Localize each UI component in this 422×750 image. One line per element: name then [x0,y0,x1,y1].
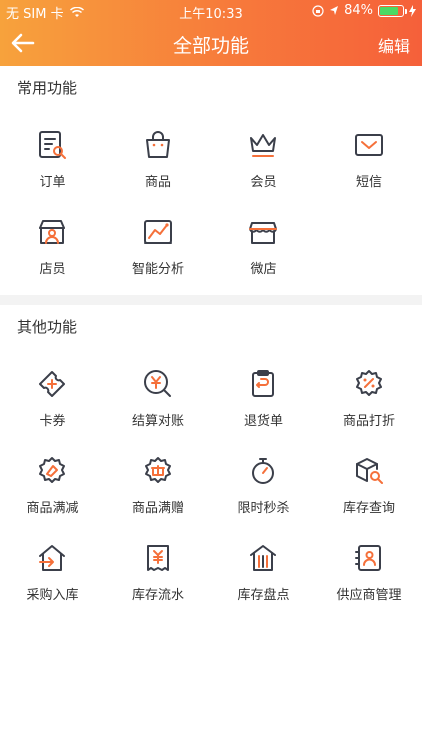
function-label: 库存流水 [131,588,184,603]
page-title: 全部功能 [172,35,249,57]
function-label: 供应商管理 [336,588,402,603]
location-icon [330,6,339,15]
message-icon [354,134,383,156]
function-label: 商品满减 [26,501,79,516]
function-label: 微店 [250,262,277,277]
function-item[interactable]: 供应商管理 [317,542,422,622]
function-label: 退货单 [243,414,283,429]
function-item[interactable]: 商品 [106,129,211,209]
function-item[interactable]: 库存盘点 [211,542,316,622]
function-label: 采购入库 [26,588,79,603]
function-item[interactable]: 采购入库 [0,542,105,622]
section-title-common: 常用功能 [17,79,78,97]
function-label: 会员 [250,175,277,190]
battery-icon [378,4,407,17]
inventory-flow-icon [146,545,169,571]
function-item[interactable]: 商品打折 [317,368,422,448]
function-label: 短信 [355,175,382,190]
discount-icon [355,370,382,396]
return-order-icon [252,370,274,397]
function-item[interactable]: 商品满赠 [106,455,211,535]
function-item[interactable]: 卡券 [0,368,105,448]
function-label: 订单 [39,175,66,190]
full-reduction-icon [39,457,65,483]
function-item[interactable]: 微店 [211,216,316,296]
inventory-check-icon [250,545,276,571]
function-item[interactable]: 库存流水 [106,542,211,622]
function-item[interactable]: 库存查询 [317,455,422,535]
function-item[interactable]: 店员 [0,216,105,296]
function-label: 商品打折 [342,414,395,429]
function-label: 智能分析 [131,262,184,277]
status-bar: 无 SIM 卡 上午10:33 84% [0,0,422,22]
section-title-other: 其他功能 [17,318,78,336]
analysis-icon [143,220,172,244]
edit-button[interactable]: 编辑 [378,33,410,57]
function-label: 商品满赠 [131,501,184,516]
store-icon [249,222,277,244]
navbar: 全部功能 编辑 [0,22,422,66]
function-item[interactable]: 结算对账 [106,368,211,448]
section-divider [0,295,422,305]
app-header: 无 SIM 卡 上午10:33 84% 全部功能 编辑 [0,0,422,66]
function-label: 库存查询 [342,501,395,516]
coupon-icon [39,371,65,397]
clerk-icon [39,220,65,244]
orientation-lock-icon [312,4,324,17]
function-item[interactable]: 退货单 [211,368,316,448]
supplier-icon [354,545,381,571]
function-item[interactable]: 智能分析 [106,216,211,296]
function-item[interactable]: 限时秒杀 [211,455,316,535]
function-label: 卡券 [39,414,66,429]
function-item[interactable]: 订单 [0,129,105,209]
function-item[interactable]: 会员 [211,129,316,209]
inventory-search-icon [355,458,383,484]
function-label: 商品 [144,175,171,190]
charging-icon [409,4,416,17]
full-gift-icon [144,457,171,483]
purchase-in-icon [39,545,65,571]
function-label: 店员 [39,262,66,277]
function-label: 结算对账 [131,414,184,429]
function-label: 库存盘点 [237,588,290,603]
order-icon [39,131,66,159]
shopping-bag-icon [145,131,170,158]
crown-icon [250,134,276,157]
battery-percent: 84% [344,3,373,18]
settlement-icon [143,370,171,397]
function-item[interactable]: 短信 [317,129,422,209]
function-label: 限时秒杀 [237,501,290,516]
function-item[interactable]: 商品满减 [0,455,105,535]
stopwatch-icon [252,458,274,484]
